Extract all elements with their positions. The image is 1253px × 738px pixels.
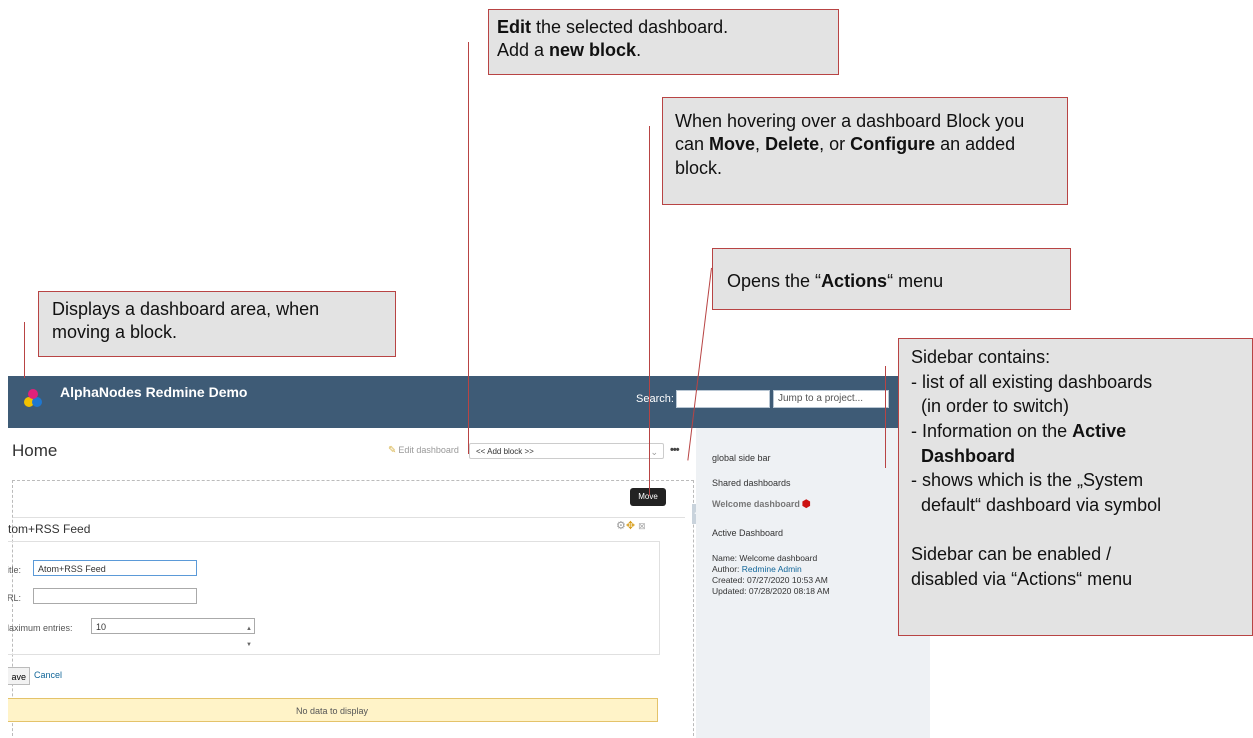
- global-sidebar-label: global side bar: [712, 453, 771, 463]
- welcome-dashboard-link[interactable]: Welcome dashboard ⬢: [712, 499, 811, 510]
- max-entries-label: laximum entries:: [8, 623, 73, 633]
- hover-callout-text-2: Move: [709, 134, 756, 155]
- block-settings-form: itle: Atom+RSS Feed RL: laximum entries:…: [8, 541, 660, 655]
- sidebar-callout-line-3: (in order to switch): [911, 396, 1070, 417]
- max-entries-input[interactable]: 10 ▲ ▼: [91, 618, 255, 648]
- sidebar-callout-line-4b: Active: [1072, 420, 1127, 441]
- actions-callout-text-3: “ menu: [887, 271, 944, 291]
- edit-callout-text-2: the selected dashboard.: [531, 17, 729, 37]
- hover-callout: When hovering over a dashboard Block you…: [662, 97, 1068, 205]
- author-link[interactable]: Redmine Admin: [742, 564, 802, 574]
- max-entries-value: 10: [96, 622, 107, 632]
- author-label: Author:: [712, 564, 740, 574]
- no-data-message: No data to display: [8, 698, 658, 722]
- redmine-app: AlphaNodes Redmine Demo Search: Jump to …: [8, 376, 930, 738]
- app-logo-icon: [24, 389, 42, 407]
- sidebar-callout-line-9: disabled via “Actions“ menu: [911, 568, 1133, 589]
- shared-dashboards-heading: Shared dashboards: [712, 478, 791, 488]
- actions-callout-text-1: Opens the “: [727, 271, 822, 291]
- spinner-icon[interactable]: ▲ ▼: [246, 621, 252, 653]
- sidebar-callout-line-4a: - Information on the: [911, 420, 1073, 441]
- sidebar-callout: Sidebar contains: - list of all existing…: [898, 338, 1253, 636]
- edit-callout-text-1: Edit: [497, 17, 531, 37]
- page-title: Home: [12, 441, 58, 460]
- sidebar-callout-line-6: - shows which is the „System: [911, 470, 1144, 491]
- url-input[interactable]: [33, 588, 197, 604]
- hover-callout-text-5: , or: [819, 134, 851, 155]
- main-content: Home ✎ Edit dashboard << Add block >> ⌄ ••…: [8, 428, 696, 738]
- chevron-down-icon: ⌄: [650, 447, 658, 457]
- active-name: Name: Welcome dashboard: [712, 553, 818, 563]
- jump-to-project-select[interactable]: Jump to a project...: [773, 390, 889, 408]
- area-callout-text: Displays a dashboard area, when moving a…: [52, 299, 320, 343]
- top-header: AlphaNodes Redmine Demo Search: Jump to …: [8, 376, 930, 428]
- hover-callout-text-3: ,: [755, 134, 766, 155]
- search-label: Search:: [636, 393, 674, 405]
- system-default-icon: ⬢: [801, 499, 811, 510]
- edit-callout-text-3: Add a: [497, 40, 550, 61]
- sidebar-callout-line-2: - list of all existing dashboards: [911, 371, 1153, 392]
- active-updated: Updated: 07/28/2020 08:18 AM: [712, 586, 830, 596]
- add-block-label: << Add block >>: [476, 447, 534, 456]
- area-callout-line: [24, 322, 25, 378]
- add-block-select[interactable]: << Add block >> ⌄: [469, 443, 664, 459]
- gear-icon[interactable]: ⚙: [616, 520, 626, 532]
- active-author: Author: Redmine Admin: [712, 564, 802, 574]
- welcome-dashboard-label: Welcome dashboard: [712, 499, 800, 509]
- title-input[interactable]: Atom+RSS Feed: [33, 560, 197, 576]
- hover-callout-line: [649, 126, 650, 496]
- cancel-link[interactable]: Cancel: [34, 670, 62, 680]
- close-icon[interactable]: ⊠: [638, 521, 646, 531]
- search-input[interactable]: [676, 390, 770, 408]
- title-label: itle:: [8, 565, 22, 575]
- actions-callout: Opens the “Actions“ menu: [712, 248, 1071, 310]
- pencil-icon: ✎: [388, 445, 397, 456]
- edit-callout: Edit the selected dashboard. Add a new b…: [488, 9, 839, 75]
- block-controls: ⚙✥ ⊠: [616, 519, 646, 532]
- sidebar-callout-line-5: Dashboard: [911, 445, 1016, 466]
- actions-menu-button[interactable]: •••: [670, 444, 680, 456]
- active-dashboard-heading: Active Dashboard: [712, 528, 784, 538]
- sidebar: global side bar Shared dashboards Welcom…: [696, 428, 930, 738]
- url-label: RL:: [8, 593, 22, 603]
- sidebar-callout-line-7: default“ dashboard via symbol: [911, 494, 1162, 515]
- app-title: AlphaNodes Redmine Demo: [60, 384, 248, 400]
- hover-callout-text-4: Delete: [765, 134, 820, 155]
- hover-callout-text-6: Configure: [850, 134, 936, 155]
- save-button[interactable]: ave: [8, 667, 30, 685]
- edit-callout-text-4: new block: [549, 40, 637, 61]
- edit-callout-line: [468, 42, 469, 454]
- area-callout: Displays a dashboard area, when moving a…: [38, 291, 396, 357]
- sidebar-callout-line-1: Sidebar contains:: [911, 347, 1051, 367]
- active-created: Created: 07/27/2020 10:53 AM: [712, 575, 828, 585]
- move-placeholder: [13, 489, 685, 518]
- edit-callout-text-5: .: [636, 40, 642, 61]
- edit-dashboard-link[interactable]: ✎ Edit dashboard: [388, 445, 459, 456]
- edit-dashboard-label: Edit dashboard: [398, 445, 459, 455]
- sidebar-callout-line: [885, 366, 886, 468]
- actions-callout-text-2: Actions: [821, 271, 888, 291]
- move-tooltip: Move: [630, 488, 666, 506]
- sidebar-callout-line-8: Sidebar can be enabled /: [911, 544, 1112, 565]
- block-title: tom+RSS Feed: [8, 522, 91, 536]
- move-icon[interactable]: ✥: [626, 520, 635, 532]
